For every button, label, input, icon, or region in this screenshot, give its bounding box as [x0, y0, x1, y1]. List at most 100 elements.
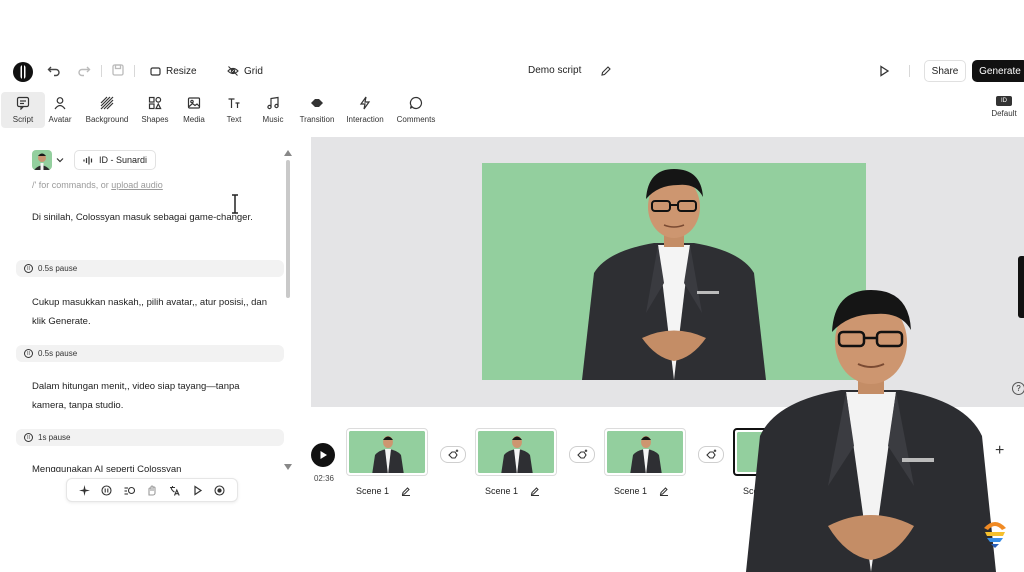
insert-pause-icon[interactable]	[101, 484, 112, 496]
tool-script-label: Script	[12, 115, 34, 124]
help-icon[interactable]: ?	[1012, 382, 1024, 395]
voice-selector[interactable]: ID - Sunardi	[74, 150, 157, 170]
add-scene-button[interactable]: +	[995, 442, 1004, 460]
script-paragraph[interactable]: Cukup masukkan naskah,, pilih avatar,, a…	[32, 293, 272, 331]
save-icon[interactable]	[111, 63, 125, 77]
pause-icon: II	[24, 264, 33, 273]
timeline-duration: 02:36	[313, 474, 335, 483]
presenter-video-overlay	[746, 290, 996, 572]
pause-marker[interactable]: II 0.5s pause	[16, 345, 284, 362]
ai-sparkle-icon[interactable]	[78, 484, 90, 496]
upload-audio-link[interactable]: upload audio	[111, 180, 163, 190]
script-panel: ID - Sunardi /' for commands, or upload …	[8, 142, 296, 506]
tool-text[interactable]: Text	[212, 92, 256, 128]
add-transition-icon	[705, 449, 716, 459]
preview-play-icon[interactable]	[877, 64, 891, 78]
document-title[interactable]: Demo script	[528, 65, 581, 76]
transition-button[interactable]	[698, 446, 724, 463]
tool-avatar[interactable]: Avatar	[38, 92, 82, 128]
layout-label: Default	[991, 109, 1017, 118]
top-toolbar: Resize Grid Demo script Share Generate	[0, 56, 1024, 86]
tool-transition-label: Transition	[299, 115, 335, 124]
avatar-icon	[54, 97, 66, 110]
edit-scene-icon[interactable]	[401, 486, 411, 496]
background-icon	[100, 96, 114, 110]
shapes-icon	[148, 96, 162, 110]
script-paragraph[interactable]: Menggunakan AI seperti Colossyan	[32, 460, 272, 472]
add-circle-icon[interactable]	[214, 484, 225, 496]
scene-thumbnail[interactable]	[475, 428, 557, 476]
tool-music[interactable]: Music	[251, 92, 295, 128]
pause-icon: II	[24, 433, 33, 442]
grid-button[interactable]: Grid	[227, 62, 263, 80]
play-line-icon[interactable]	[192, 484, 203, 496]
generate-button[interactable]: Generate	[972, 60, 1024, 82]
placeholder-text: /' for commands, or	[32, 180, 112, 190]
tool-text-label: Text	[226, 115, 242, 124]
scene-thumbnail[interactable]	[346, 428, 428, 476]
tool-background-label: Background	[85, 115, 129, 124]
scroll-up-icon[interactable]	[284, 150, 292, 156]
edit-scene-icon[interactable]	[659, 486, 669, 496]
tool-media-label: Media	[183, 115, 205, 124]
play-icon	[320, 451, 327, 459]
add-transition-icon	[576, 449, 587, 459]
share-button[interactable]: Share	[924, 60, 966, 82]
interaction-icon	[359, 96, 371, 110]
script-icon	[16, 96, 30, 110]
tool-background[interactable]: Background	[85, 92, 129, 128]
chevron-down-icon[interactable]	[56, 156, 64, 164]
script-avatar-thumbnail[interactable]	[32, 150, 52, 170]
script-paragraph[interactable]: Dalam hitungan menit,, video siap tayang…	[32, 377, 272, 415]
comments-icon	[409, 96, 423, 110]
tool-interaction[interactable]: Interaction	[343, 92, 387, 128]
pause-marker[interactable]: II 1s pause	[16, 429, 284, 446]
tool-shapes[interactable]: Shapes	[133, 92, 177, 128]
waveform-icon	[83, 156, 93, 164]
scene-thumbnail[interactable]	[604, 428, 686, 476]
tool-comments[interactable]: Comments	[394, 92, 438, 128]
layout-tag: ID	[996, 96, 1012, 106]
edit-title-icon[interactable]	[600, 65, 612, 77]
toolbar-divider	[134, 65, 135, 77]
app-logo-icon[interactable]	[12, 61, 34, 83]
music-icon	[267, 96, 279, 110]
toolbar-divider	[909, 65, 910, 77]
scene-name[interactable]: Scene 1	[356, 486, 411, 496]
gesture-icon[interactable]	[146, 484, 157, 496]
pause-label: 1s pause	[38, 433, 71, 442]
layout-default-button[interactable]: ID Default	[988, 96, 1020, 124]
transition-button[interactable]	[440, 446, 466, 463]
undo-icon[interactable]	[47, 63, 61, 77]
resize-button[interactable]: Resize	[150, 62, 197, 80]
script-paragraph[interactable]: Di sinilah, Colossyan masuk sebagai game…	[32, 208, 272, 227]
translate-icon[interactable]	[169, 485, 180, 496]
pause-marker[interactable]: II 0.5s pause	[16, 260, 284, 277]
transition-icon	[311, 99, 323, 107]
pause-label: 0.5s pause	[38, 264, 78, 273]
tool-media[interactable]: Media	[172, 92, 216, 128]
edit-scene-icon[interactable]	[530, 486, 540, 496]
transition-button[interactable]	[569, 446, 595, 463]
redo-icon[interactable]	[77, 63, 91, 77]
toolbar-divider	[101, 65, 102, 77]
scene-name[interactable]: Scene 1	[485, 486, 540, 496]
scene-name[interactable]: Scene 1	[614, 486, 669, 496]
scene-label: Scene 1	[485, 486, 519, 496]
app-root: Resize Grid Demo script Share Generate S…	[0, 0, 1024, 572]
scroll-down-icon[interactable]	[284, 464, 292, 470]
pronunciation-icon[interactable]	[124, 485, 135, 496]
script-scrollbar[interactable]	[286, 160, 290, 298]
timeline-play-button[interactable]	[311, 443, 335, 467]
grid-label: Grid	[244, 65, 263, 77]
text-icon	[228, 98, 240, 108]
script-format-toolbar	[66, 478, 238, 502]
side-panel-handle[interactable]	[1018, 256, 1024, 318]
tool-interaction-label: Interaction	[346, 115, 384, 124]
tool-avatar-label: Avatar	[48, 115, 72, 124]
script-command-input[interactable]: /' for commands, or upload audio	[32, 180, 163, 190]
tool-comments-label: Comments	[396, 115, 436, 124]
scene-label: Scene 1	[614, 486, 648, 496]
tool-transition[interactable]: Transition	[295, 92, 339, 128]
pause-icon: II	[24, 349, 33, 358]
